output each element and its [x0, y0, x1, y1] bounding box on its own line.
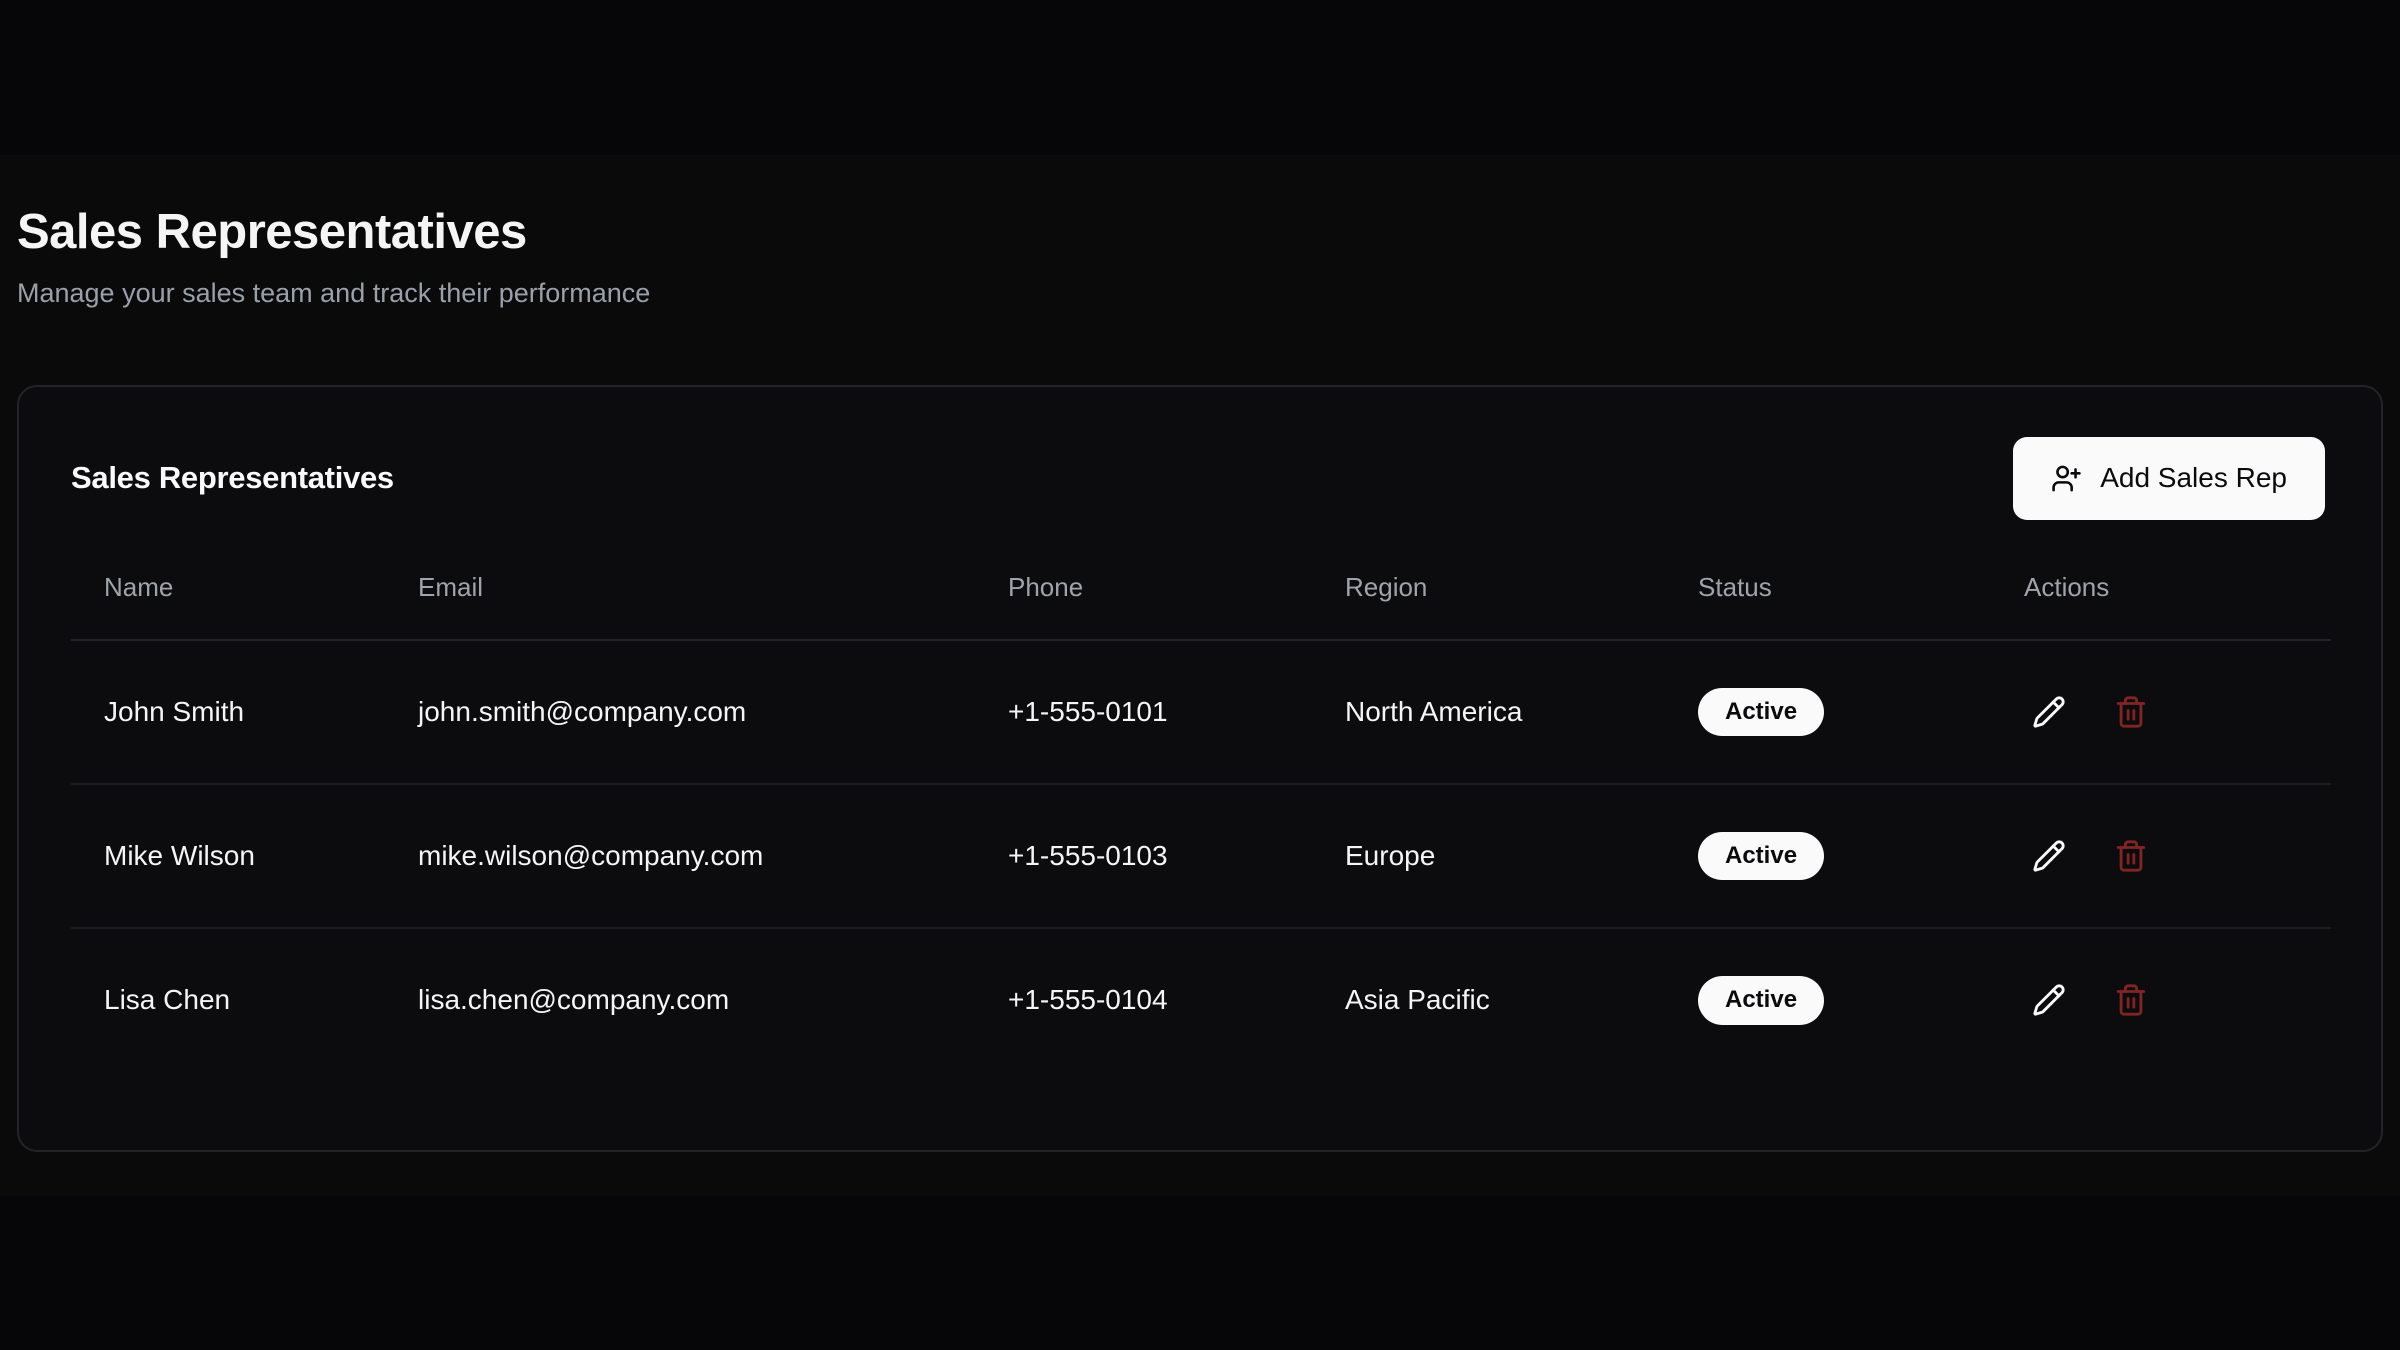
- rep-region: Europe: [1312, 784, 1665, 928]
- pencil-icon: [2032, 839, 2066, 873]
- column-header-status: Status: [1665, 550, 1991, 640]
- user-plus-icon: [2051, 463, 2082, 494]
- add-sales-rep-button[interactable]: Add Sales Rep: [2013, 437, 2325, 520]
- edit-button[interactable]: [2024, 831, 2074, 881]
- column-header-actions: Actions: [1991, 550, 2331, 640]
- table-row: John Smith john.smith@company.com +1-555…: [71, 640, 2331, 784]
- page-title: Sales Representatives: [17, 205, 2383, 260]
- edit-button[interactable]: [2024, 687, 2074, 737]
- column-header-phone: Phone: [975, 550, 1312, 640]
- main-content: Sales Representatives Manage your sales …: [0, 155, 2400, 1196]
- add-sales-rep-button-label: Add Sales Rep: [2100, 462, 2287, 494]
- column-header-name: Name: [71, 550, 385, 640]
- table-row: Lisa Chen lisa.chen@company.com +1-555-0…: [71, 928, 2331, 1072]
- rep-region: Asia Pacific: [1312, 928, 1665, 1072]
- edit-button[interactable]: [2024, 975, 2074, 1025]
- rep-name: Mike Wilson: [71, 784, 385, 928]
- sales-reps-card: Sales Representatives Add Sales Rep: [17, 385, 2383, 1152]
- status-badge: Active: [1698, 976, 1824, 1024]
- trash-icon: [2114, 839, 2148, 873]
- card-title: Sales Representatives: [71, 460, 394, 496]
- delete-button[interactable]: [2106, 975, 2156, 1025]
- table-row: Mike Wilson mike.wilson@company.com +1-5…: [71, 784, 2331, 928]
- rep-region: North America: [1312, 640, 1665, 784]
- delete-button[interactable]: [2106, 831, 2156, 881]
- pencil-icon: [2032, 695, 2066, 729]
- card-header: Sales Representatives Add Sales Rep: [19, 387, 2381, 550]
- bottom-band: [0, 1196, 2400, 1350]
- trash-icon: [2114, 695, 2148, 729]
- table-header-row: Name Email Phone Region Status Actions: [71, 550, 2331, 640]
- rep-name: Lisa Chen: [71, 928, 385, 1072]
- column-header-region: Region: [1312, 550, 1665, 640]
- trash-icon: [2114, 983, 2148, 1017]
- top-header-band: [0, 0, 2400, 155]
- column-header-email: Email: [385, 550, 975, 640]
- status-badge: Active: [1698, 832, 1824, 880]
- table-container: Name Email Phone Region Status Actions J…: [19, 550, 2381, 1072]
- sales-reps-table: Name Email Phone Region Status Actions J…: [71, 550, 2331, 1072]
- pencil-icon: [2032, 983, 2066, 1017]
- delete-button[interactable]: [2106, 687, 2156, 737]
- rep-email: john.smith@company.com: [385, 640, 975, 784]
- rep-email: lisa.chen@company.com: [385, 928, 975, 1072]
- rep-phone: +1-555-0101: [975, 640, 1312, 784]
- rep-phone: +1-555-0103: [975, 784, 1312, 928]
- status-badge: Active: [1698, 688, 1824, 736]
- rep-phone: +1-555-0104: [975, 928, 1312, 1072]
- rep-email: mike.wilson@company.com: [385, 784, 975, 928]
- rep-name: John Smith: [71, 640, 385, 784]
- page-subtitle: Manage your sales team and track their p…: [17, 276, 2383, 311]
